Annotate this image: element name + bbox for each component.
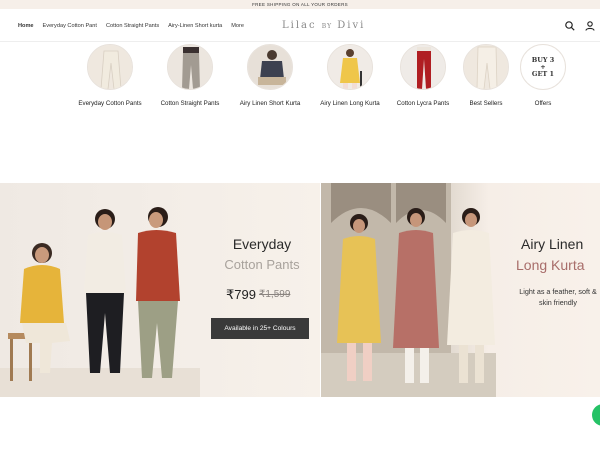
category-label: Cotton Straight Pants	[160, 100, 220, 107]
banner-description: Light as a feather, soft & skin friendly	[519, 287, 597, 307]
category-everyday-cotton-pants[interactable]: Everyday Cotton Pants	[70, 44, 150, 107]
category-image	[167, 44, 213, 90]
banner-everyday-cotton-pants[interactable]: Everyday Cotton Pants ₹799 ₹1,599 Availa…	[0, 183, 320, 397]
logo-brand: Divi	[337, 20, 366, 31]
category-label: Airy Linen Short Kurta	[239, 100, 301, 107]
category-image	[327, 44, 373, 90]
chat-button[interactable]	[592, 404, 600, 426]
nav-item-more[interactable]: More	[231, 23, 244, 29]
nav-item-airy-linen-short-kurta[interactable]: Airy-Linen Short kurta	[168, 23, 222, 29]
category-airy-linen-short-kurta[interactable]: Airy Linen Short Kurta	[230, 44, 310, 107]
category-image	[87, 44, 133, 90]
banner-title: Airy Linen	[521, 236, 584, 252]
category-image	[247, 44, 293, 90]
banner-title: Everyday	[232, 236, 292, 252]
offer-badge: BUY 3 + GET 1	[520, 44, 566, 90]
category-image	[400, 44, 446, 90]
old-price: ₹1,599	[259, 289, 291, 300]
nav-item-everyday-cotton-pant[interactable]: Everyday Cotton Pant	[43, 23, 97, 29]
nav-item-home[interactable]: Home	[18, 23, 34, 29]
announcement-bar: FREE SHIPPING ON ALL YOUR ORDERS	[0, 0, 600, 9]
category-airy-linen-long-kurta[interactable]: Airy Linen Long Kurta	[310, 44, 390, 107]
category-label: Offers	[534, 100, 552, 107]
category-row: Everyday Cotton Pants Cotton Straight Pa…	[0, 42, 600, 122]
banner-subtitle: Long Kurta	[516, 257, 585, 273]
colours-button[interactable]: Available in 25+ Colours	[211, 318, 309, 339]
category-label: Everyday Cotton Pants	[78, 100, 142, 107]
main-nav: Home Everyday Cotton Pant Cotton Straigh…	[18, 9, 244, 42]
search-icon[interactable]	[564, 20, 576, 32]
category-cotton-straight-pants[interactable]: Cotton Straight Pants	[150, 44, 230, 107]
brand-logo[interactable]: Lilac BY Divi	[282, 9, 365, 42]
price: ₹799	[226, 287, 256, 302]
banner-airy-linen-long-kurta[interactable]: Airy Linen Long Kurta Light as a feather…	[321, 183, 600, 397]
user-icon[interactable]	[584, 20, 596, 32]
site-header: Home Everyday Cotton Pant Cotton Straigh…	[0, 9, 600, 42]
logo-main: Lilac	[282, 20, 317, 31]
category-offers[interactable]: BUY 3 + GET 1 Offers	[503, 44, 583, 107]
nav-item-cotton-straight-pants[interactable]: Cotton Straight Pants	[106, 23, 159, 29]
banner-subtitle: Cotton Pants	[224, 257, 300, 272]
logo-by: BY	[321, 23, 333, 30]
category-label: Airy Linen Long Kurta	[320, 100, 380, 107]
offer-line-3: GET 1	[531, 69, 555, 78]
